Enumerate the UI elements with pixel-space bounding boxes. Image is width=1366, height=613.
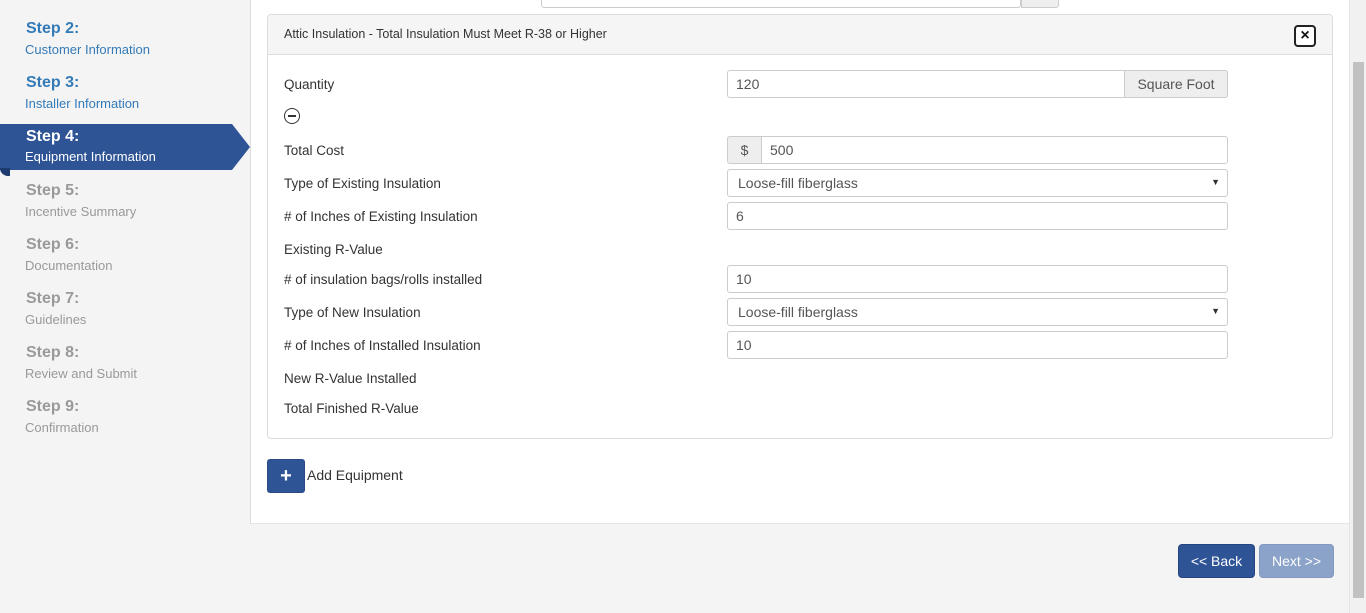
total-r-value-label: Total Finished R-Value (284, 401, 419, 416)
step-title: Incentive Summary (25, 204, 137, 219)
step-title: Confirmation (25, 420, 99, 435)
total-cost-input[interactable]: 500 (761, 136, 1228, 164)
step-title: Guidelines (25, 312, 87, 327)
sidebar-step-8: Step 8: Review and Submit (0, 344, 250, 392)
installation-date-input[interactable] (541, 0, 1021, 8)
sidebar-step-4[interactable]: Step 4: Equipment Information (0, 124, 250, 176)
quantity-input[interactable]: 120 (727, 70, 1125, 98)
installed-inches-label: # of Inches of Installed Insulation (284, 338, 481, 353)
panel-title: Attic Insulation - Total Insulation Must… (284, 27, 607, 41)
step-title: Review and Submit (25, 366, 137, 381)
sidebar-step-5: Step 5: Incentive Summary (0, 182, 250, 230)
new-type-value: Loose-fill fiberglass (738, 304, 858, 320)
existing-type-select[interactable]: Loose-fill fiberglass ▼ (727, 169, 1228, 197)
bags-input[interactable]: 10 (727, 265, 1228, 293)
quantity-label: Quantity (284, 77, 335, 92)
step-title[interactable]: Customer Information (25, 42, 150, 57)
step-number: Step 7: (26, 290, 80, 307)
step-title: Equipment Information (25, 149, 156, 164)
scrollbar-thumb[interactable] (1353, 62, 1364, 598)
sidebar-step-3[interactable]: Step 3: Installer Information (0, 74, 250, 122)
new-r-value-label: New R-Value Installed (284, 371, 417, 386)
quantity-group: 120 Square Foot (727, 70, 1228, 98)
next-button[interactable]: Next >> (1259, 544, 1334, 578)
bags-label: # of insulation bags/rolls installed (284, 272, 483, 287)
existing-type-label: Type of Existing Insulation (284, 176, 441, 191)
step-number: Step 6: (26, 236, 80, 253)
existing-r-value-label: Existing R-Value (284, 242, 383, 257)
wizard-sidebar: Step 2: Customer Information Step 3: Ins… (0, 0, 250, 613)
step-number: Step 9: (26, 398, 80, 415)
add-equipment-label[interactable]: Add Equipment (307, 467, 403, 483)
panel-heading: Attic Insulation - Total Insulation Must… (268, 15, 1332, 55)
dropdown-caret-icon: ▼ (1211, 177, 1220, 187)
equipment-panel: Attic Insulation - Total Insulation Must… (267, 14, 1333, 439)
active-step-tail (0, 168, 10, 176)
existing-inches-input[interactable]: 6 (727, 202, 1228, 230)
dropdown-caret-icon: ▼ (1211, 306, 1220, 316)
quantity-unit: Square Foot (1125, 70, 1228, 98)
calendar-button[interactable] (1021, 0, 1059, 8)
collapse-minus-icon[interactable] (284, 108, 300, 124)
step-title: Documentation (25, 258, 113, 273)
total-cost-group: $ 500 (727, 136, 1228, 164)
new-type-select[interactable]: Loose-fill fiberglass ▼ (727, 298, 1228, 326)
step-number: Step 3: (26, 74, 80, 91)
new-type-label: Type of New Insulation (284, 305, 421, 320)
existing-type-value: Loose-fill fiberglass (738, 175, 858, 191)
step-title[interactable]: Installer Information (25, 96, 139, 111)
installed-inches-input[interactable]: 10 (727, 331, 1228, 359)
step-number: Step 8: (26, 344, 80, 361)
step-number: Step 5: (26, 182, 80, 199)
close-icon[interactable]: × (1294, 25, 1316, 47)
existing-inches-label: # of Inches of Existing Insulation (284, 209, 478, 224)
total-cost-label: Total Cost (284, 143, 345, 158)
main-content: Attic Insulation - Total Insulation Must… (250, 0, 1350, 524)
sidebar-step-9: Step 9: Confirmation (0, 398, 250, 446)
sidebar-step-6: Step 6: Documentation (0, 236, 250, 284)
back-button[interactable]: << Back (1178, 544, 1255, 578)
step-number: Step 2: (26, 20, 80, 37)
vertical-scrollbar[interactable] (1349, 0, 1366, 613)
step-number: Step 4: (26, 128, 80, 145)
sidebar-step-7: Step 7: Guidelines (0, 290, 250, 338)
sidebar-step-2[interactable]: Step 2: Customer Information (0, 20, 250, 68)
add-equipment-button[interactable]: + (267, 459, 305, 493)
currency-addon: $ (727, 136, 761, 164)
